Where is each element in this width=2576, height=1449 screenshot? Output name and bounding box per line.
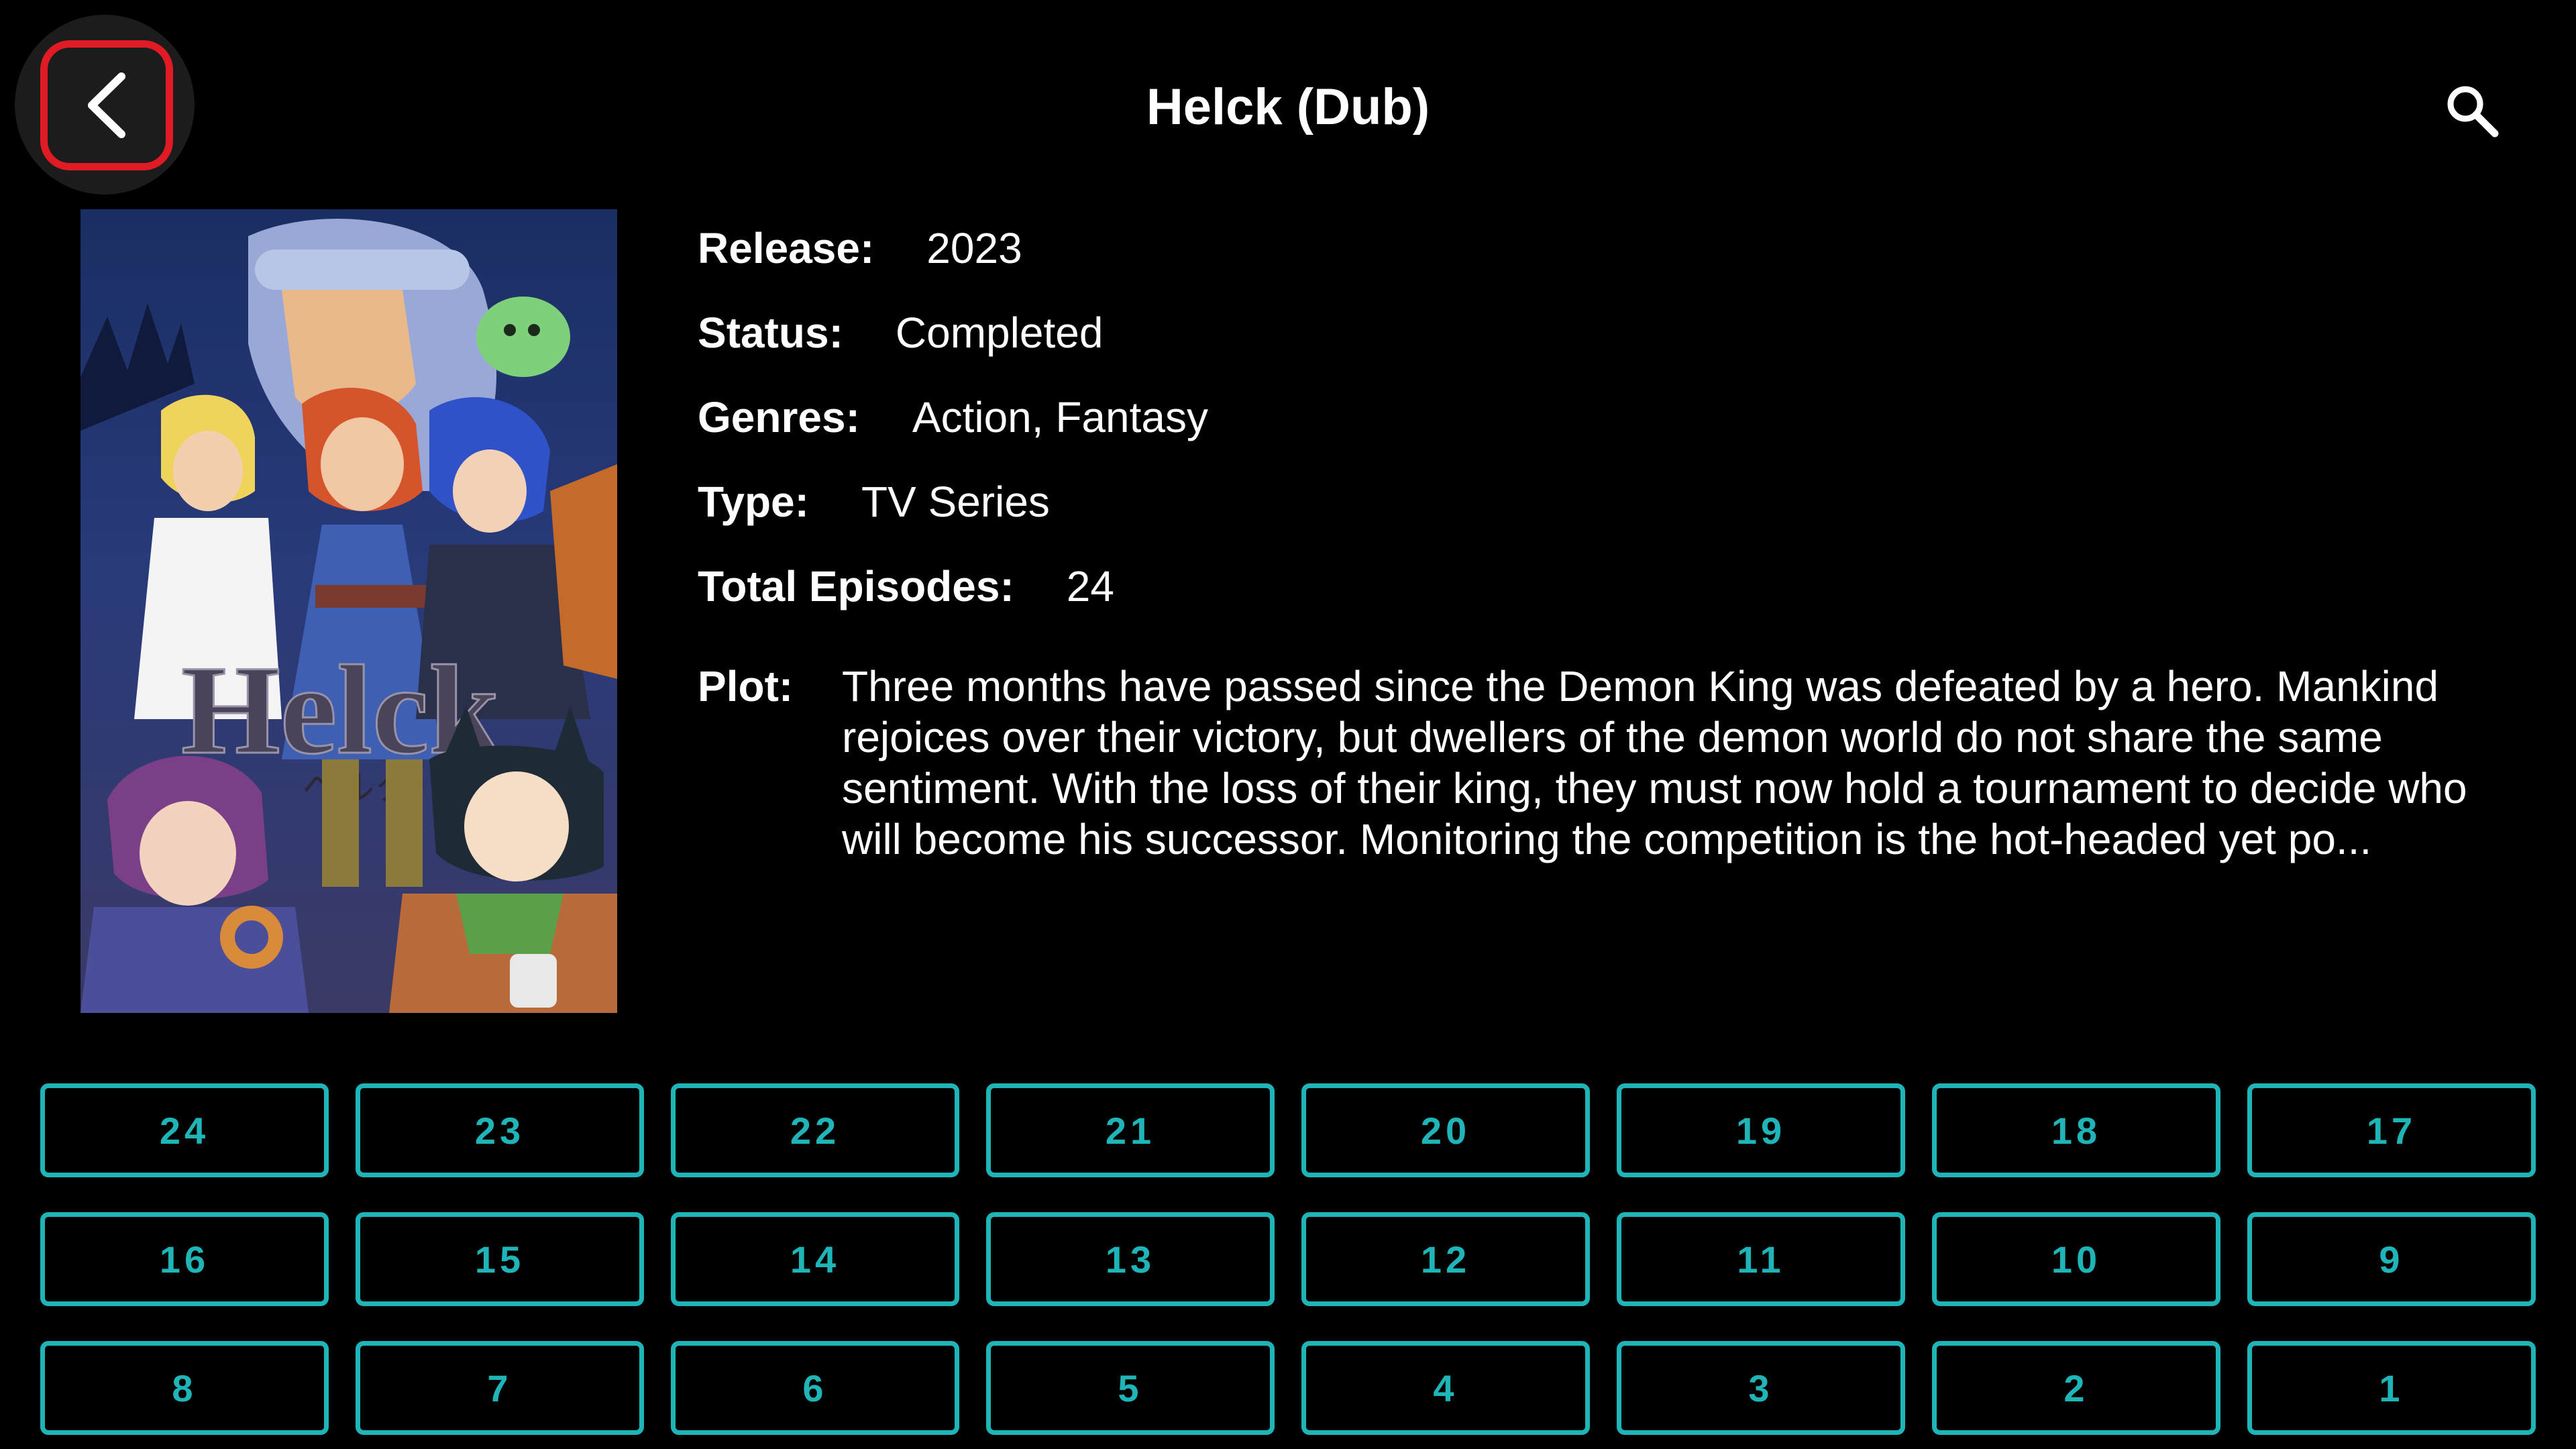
page-title: Helck (Dub) <box>1146 78 1430 136</box>
episode-button-22[interactable]: 22 <box>671 1083 959 1177</box>
episode-button-17[interactable]: 17 <box>2247 1083 2536 1177</box>
episode-button-14[interactable]: 14 <box>671 1212 959 1306</box>
genres-label: Genres: <box>698 393 860 441</box>
episode-button-10[interactable]: 10 <box>1932 1212 2220 1306</box>
episode-button-18[interactable]: 18 <box>1932 1083 2220 1177</box>
status-row: Status: Completed <box>698 306 2509 360</box>
episode-button-6[interactable]: 6 <box>671 1341 959 1435</box>
episode-button-20[interactable]: 20 <box>1301 1083 1590 1177</box>
total-episodes-value: 24 <box>1066 562 1114 610</box>
genres-value: Action, Fantasy <box>912 393 1208 441</box>
release-label: Release: <box>698 224 875 272</box>
total-episodes-label: Total Episodes: <box>698 562 1014 610</box>
episode-button-5[interactable]: 5 <box>986 1341 1275 1435</box>
episode-button-11[interactable]: 11 <box>1617 1212 1905 1306</box>
episode-button-24[interactable]: 24 <box>40 1083 329 1177</box>
plot-text: Three months have passed since the Demon… <box>842 662 2467 863</box>
plot-label: Plot: <box>698 662 794 710</box>
episode-button-3[interactable]: 3 <box>1617 1341 1905 1435</box>
type-label: Type: <box>698 478 809 526</box>
poster-image: Helck ヘルク <box>80 209 617 1013</box>
type-row: Type: TV Series <box>698 475 2509 529</box>
episode-grid: 24 23 22 21 20 19 18 17 16 15 14 13 12 11 10 9 8 7 6 5 4 3 2 1 <box>40 1083 2536 1435</box>
details-panel: Release: 2023 Status: Completed Genres: Act… <box>698 221 2509 644</box>
episode-button-8[interactable]: 8 <box>40 1341 329 1435</box>
episode-button-19[interactable]: 19 <box>1617 1083 1905 1177</box>
episode-button-1[interactable]: 1 <box>2247 1341 2536 1435</box>
episode-button-23[interactable]: 23 <box>356 1083 644 1177</box>
episode-button-7[interactable]: 7 <box>356 1341 644 1435</box>
release-row: Release: 2023 <box>698 221 2509 275</box>
episode-button-2[interactable]: 2 <box>1932 1341 2220 1435</box>
episode-button-21[interactable]: 21 <box>986 1083 1275 1177</box>
episode-button-15[interactable]: 15 <box>356 1212 644 1306</box>
episode-button-16[interactable]: 16 <box>40 1212 329 1306</box>
total-episodes-row: Total Episodes: 24 <box>698 559 2509 613</box>
search-icon <box>2447 86 2499 138</box>
genres-row: Genres: Action, Fantasy <box>698 390 2509 444</box>
release-value: 2023 <box>926 224 1022 272</box>
episode-button-9[interactable]: 9 <box>2247 1212 2536 1306</box>
episode-button-12[interactable]: 12 <box>1301 1212 1590 1306</box>
status-label: Status: <box>698 309 843 357</box>
episode-button-4[interactable]: 4 <box>1301 1341 1590 1435</box>
search-button[interactable] <box>2435 74 2509 148</box>
episode-button-13[interactable]: 13 <box>986 1212 1275 1306</box>
status-value: Completed <box>895 309 1104 357</box>
type-value: TV Series <box>861 478 1050 526</box>
